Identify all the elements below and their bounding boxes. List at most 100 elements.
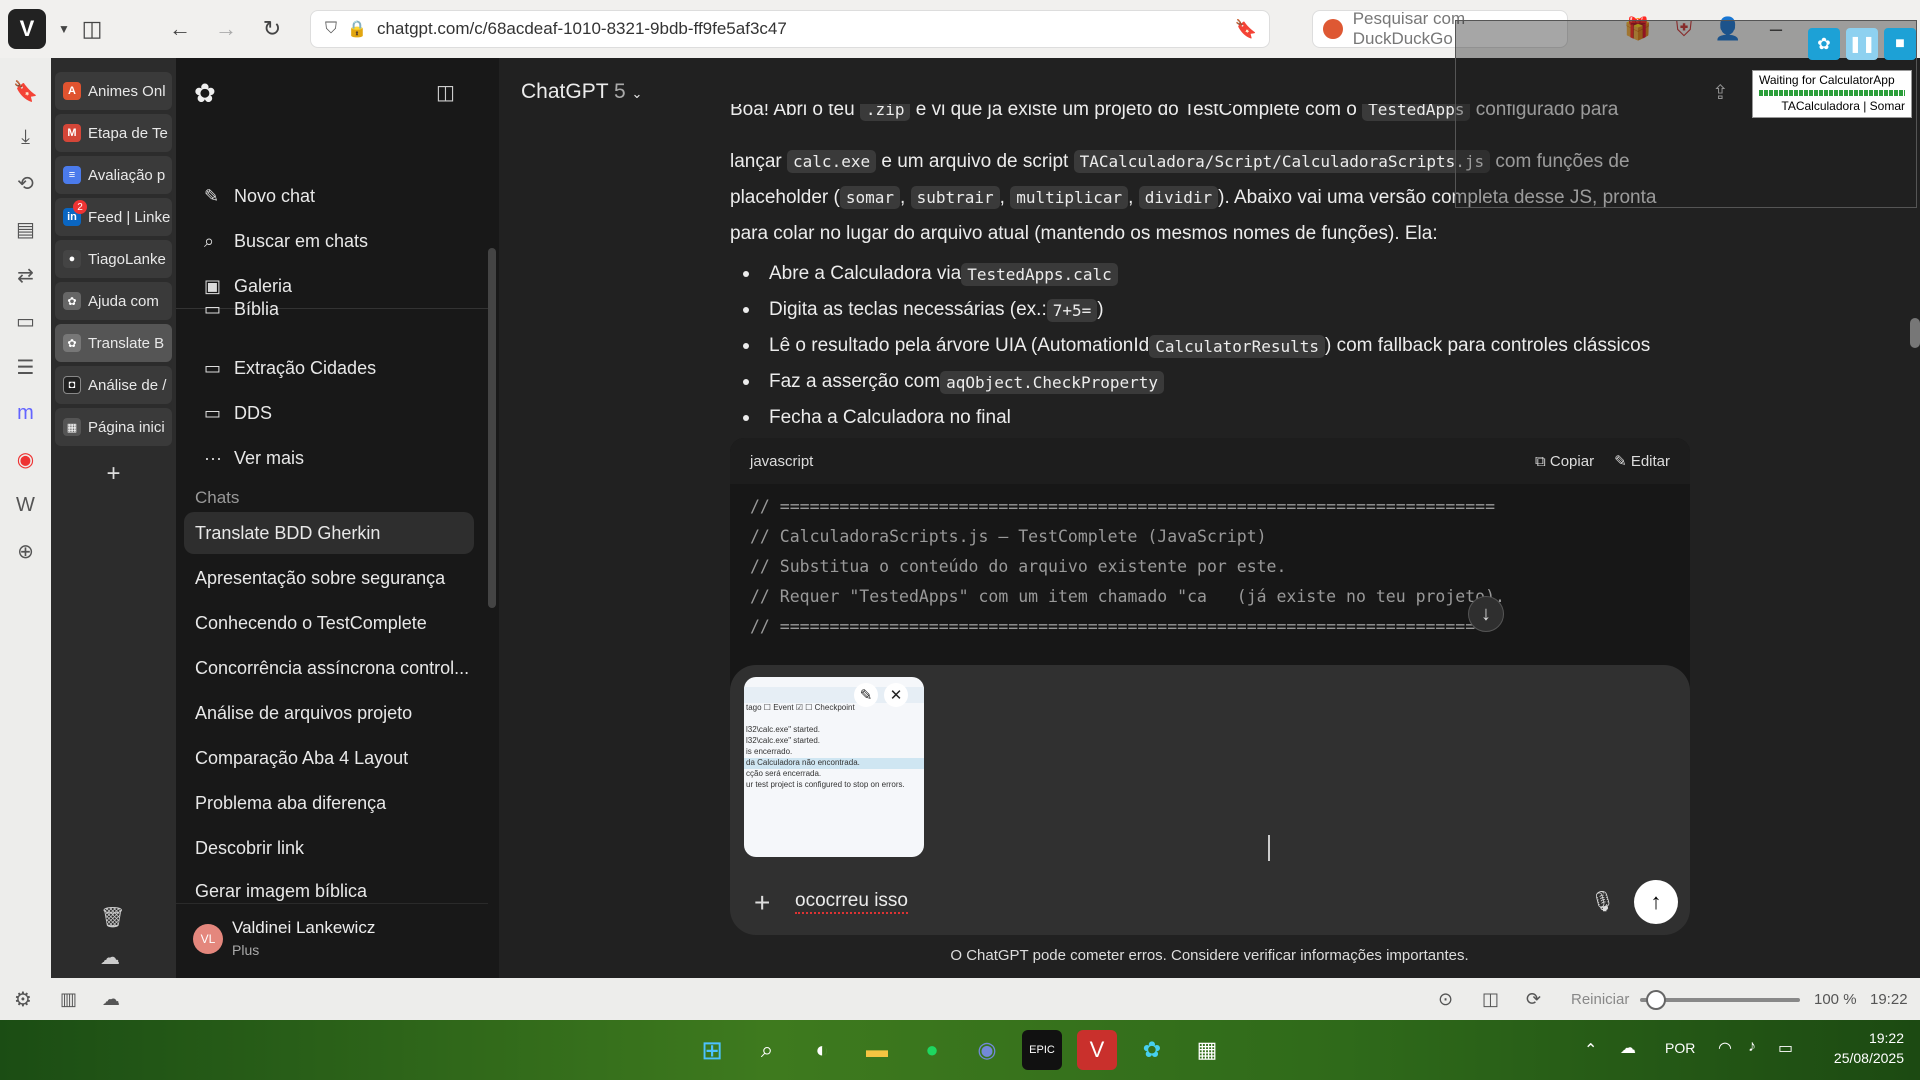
epic-games-icon[interactable]: EPIC: [1022, 1030, 1062, 1070]
project-biblia[interactable]: ▭ Bíblia: [196, 298, 279, 320]
new-tab-button[interactable]: +: [99, 460, 129, 490]
chat-item[interactable]: Translate BDD Gherkin: [184, 512, 474, 554]
bullet-list: Abre a Calculadora via TestedApps.calc D…: [743, 256, 1729, 436]
tab-linkedin[interactable]: in 2 Feed | Linke: [55, 198, 172, 236]
see-more-button[interactable]: ··· Ver mais: [196, 438, 304, 478]
tab-gmail[interactable]: M Etapa de Te: [55, 114, 172, 152]
chat-item[interactable]: Conhecendo o TestComplete: [184, 602, 474, 644]
inline-code: .zip: [859, 104, 911, 121]
chat-item[interactable]: Descobrir link: [184, 827, 474, 869]
file-explorer-icon[interactable]: ▬: [857, 1030, 897, 1070]
add-attachment-button[interactable]: +: [754, 887, 770, 919]
capture-icon[interactable]: ⊙: [1438, 989, 1453, 1010]
tab-ajuda[interactable]: ✿ Ajuda com: [55, 282, 172, 320]
vivaldi-menu-icon[interactable]: V: [8, 9, 46, 49]
add-panel-icon[interactable]: ⊕: [8, 532, 44, 570]
remove-attachment-icon[interactable]: ✕: [884, 683, 908, 707]
text: ): [1097, 299, 1104, 320]
notes-icon[interactable]: ☰: [8, 348, 44, 386]
edit-attachment-icon[interactable]: ✎: [854, 683, 878, 707]
history-icon[interactable]: ⟲: [8, 164, 44, 202]
sidebar-scrollbar[interactable]: [488, 248, 496, 608]
onedrive-icon[interactable]: ☁: [1620, 1038, 1636, 1058]
model-selector[interactable]: ChatGPT 5 ⌄: [521, 80, 642, 104]
spotify-icon[interactable]: ●: [912, 1030, 952, 1070]
copy-button[interactable]: ⧉ Copiar: [1535, 453, 1594, 470]
battery-icon[interactable]: ▭: [1778, 1038, 1793, 1058]
forward-icon[interactable]: →: [206, 9, 246, 49]
tile-icon[interactable]: ▥: [60, 989, 77, 1010]
testcomplete-icon[interactable]: ✿: [1808, 28, 1840, 60]
tiling-icon[interactable]: ◫: [1482, 989, 1499, 1010]
sidebar-toggle-icon[interactable]: ◫: [436, 80, 455, 105]
attachment-thumbnail[interactable]: tago ☐ Event ☑ ☐ Checkpoint l32\calc.exe…: [744, 677, 924, 857]
chat-item[interactable]: Apresentação sobre segurança: [184, 557, 474, 599]
message-input[interactable]: ococrreu isso: [795, 890, 908, 914]
edit-button[interactable]: ✎ Editar: [1614, 452, 1670, 470]
microphone-icon[interactable]: 🎙: [1590, 889, 1615, 914]
chat-item[interactable]: Problema aba diferença: [184, 782, 474, 824]
windows-start-icon[interactable]: ⊞: [692, 1030, 732, 1070]
reset-zoom-button[interactable]: Reiniciar: [1571, 991, 1629, 1008]
bookmarks-icon[interactable]: 🔖: [8, 72, 44, 110]
pause-icon[interactable]: ❚❚: [1846, 28, 1878, 60]
main-scrollbar[interactable]: [1910, 318, 1920, 348]
steam-icon[interactable]: ◐: [802, 1030, 842, 1070]
tab-forms[interactable]: ≡ Avaliação p: [55, 156, 172, 194]
chat-item[interactable]: Concorrência assíncrona control...: [184, 647, 474, 689]
search-chats-button[interactable]: ⌕ Buscar em chats: [196, 221, 368, 261]
calendar-icon[interactable]: ▤: [8, 210, 44, 248]
downloads-icon[interactable]: ⤓: [8, 118, 44, 156]
chevron-up-icon[interactable]: ⌃: [1584, 1040, 1597, 1060]
user-menu[interactable]: VL Valdinei Lankewicz Plus: [176, 903, 488, 978]
page-actions-icon[interactable]: ⟳: [1526, 989, 1541, 1010]
zoom-slider-handle[interactable]: [1646, 990, 1666, 1010]
tab-translate[interactable]: ✿ Translate B: [55, 324, 172, 362]
panel-toggle-icon[interactable]: ◫: [72, 9, 112, 49]
tab-animes[interactable]: A Animes Onl: [55, 72, 172, 110]
search-chats-label: Buscar em chats: [234, 230, 369, 251]
shield-icon[interactable]: ⛉: [325, 20, 337, 38]
cloud-icon[interactable]: ☁: [102, 989, 120, 1010]
send-button[interactable]: ↑: [1634, 880, 1678, 924]
browser-side-panel: 🔖 ⤓ ⟲ ▤ ⇄ ▭ ☰ m ◉ W ⊕: [0, 58, 51, 978]
bookmark-icon[interactable]: 🔖: [1235, 19, 1257, 40]
translate-icon[interactable]: ⇄: [8, 256, 44, 294]
project-dds[interactable]: ▭ DDS: [196, 393, 272, 433]
vivaldi-icon[interactable]: ◉: [8, 440, 44, 478]
volume-icon[interactable]: ♪: [1748, 1038, 1756, 1056]
folder-icon: ▭: [204, 357, 222, 378]
discord-icon[interactable]: ◉: [967, 1030, 1007, 1070]
project-extracao-cidades[interactable]: ▭ Extração Cidades: [196, 348, 376, 388]
mastodon-icon[interactable]: m: [8, 394, 44, 432]
chat-item[interactable]: Comparação Aba 4 Layout: [184, 737, 474, 779]
chat-item[interactable]: Gerar imagem bíblica: [184, 872, 474, 902]
taskbar-clock[interactable]: 19:22 25/08/2025: [1834, 1028, 1904, 1068]
cloud-sync-icon[interactable]: ☁: [100, 945, 120, 970]
stop-icon[interactable]: ■: [1884, 28, 1916, 60]
scroll-to-bottom-button[interactable]: ↓: [1468, 596, 1504, 632]
reload-icon[interactable]: ↻: [252, 9, 292, 49]
input-language[interactable]: POR: [1665, 1040, 1695, 1056]
chevron-down-icon: ⌄: [631, 86, 643, 101]
window-icon[interactable]: ▭: [8, 302, 44, 340]
trash-icon[interactable]: 🗑: [100, 905, 125, 930]
openai-logo-icon[interactable]: ✿: [194, 78, 216, 109]
tab-analise[interactable]: ◘ Análise de /: [55, 366, 172, 404]
testcomplete-icon[interactable]: ✿: [1132, 1030, 1172, 1070]
chat-item[interactable]: Análise de arquivos projeto: [184, 692, 474, 734]
new-chat-button[interactable]: ✎ Novo chat: [196, 176, 315, 216]
more-icon: ···: [204, 447, 222, 468]
tab-github[interactable]: ● TiagoLanke: [55, 240, 172, 278]
settings-icon[interactable]: ⚙: [14, 987, 32, 1012]
back-icon[interactable]: ←: [160, 9, 200, 49]
calculator-icon[interactable]: ▦: [1187, 1030, 1227, 1070]
vivaldi-icon[interactable]: V: [1077, 1030, 1117, 1070]
wikipedia-icon[interactable]: W: [8, 486, 44, 524]
wifi-icon[interactable]: ◠: [1718, 1038, 1732, 1058]
tab-start-page[interactable]: ▦ Página inici: [55, 408, 172, 446]
url-text: chatgpt.com/c/68acdeaf-1010-8321-9bdb-ff…: [376, 19, 787, 38]
thumbnail-row: da Calculadora não encontrada.: [744, 758, 924, 769]
search-icon[interactable]: ⌕: [747, 1030, 787, 1070]
address-bar[interactable]: ⛉ 🔒 chatgpt.com/c/68acdeaf-1010-8321-9bd…: [310, 10, 1270, 48]
